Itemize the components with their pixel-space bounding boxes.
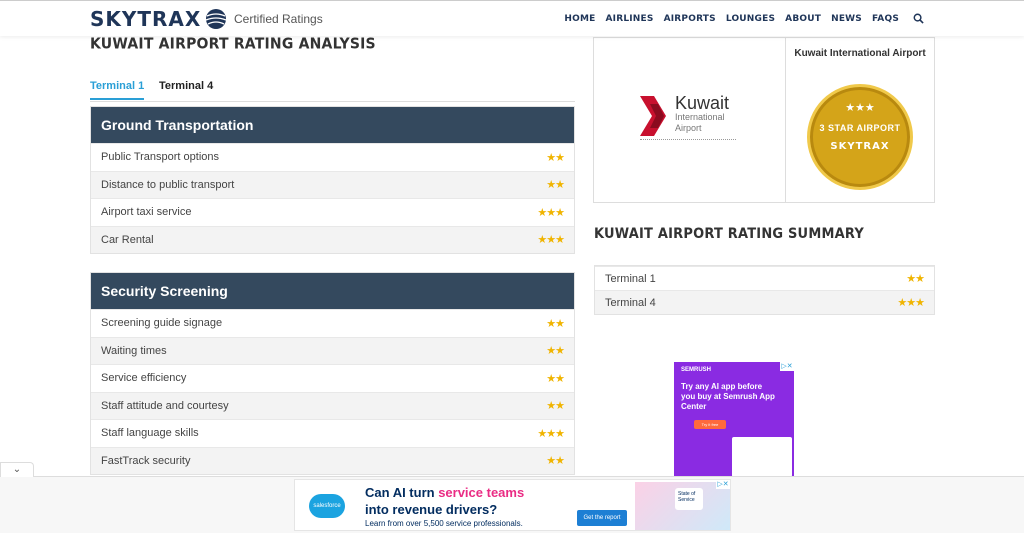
ad-art-card: State of Service — [675, 488, 703, 510]
summary-row: Terminal 1 ★★ — [595, 266, 934, 290]
rating-stars: ★★★ — [537, 206, 565, 219]
ad-cta-button[interactable]: Get the report — [577, 510, 627, 526]
rating-row: Public Transport options ★★ — [91, 143, 574, 171]
arabic-script-line — [640, 139, 736, 142]
rating-row: Staff attitude and courtesy ★★ — [91, 391, 574, 419]
summary-label: Terminal 1 — [605, 272, 656, 285]
semrush-ad[interactable]: SEMRUSH ▷✕ Try any AI app before you buy… — [674, 362, 794, 476]
badge-label: 3 STAR AIRPORT — [819, 123, 901, 133]
salesforce-logo: salesforce — [309, 494, 345, 518]
rating-label: Waiting times — [101, 344, 167, 357]
nav-about[interactable]: ABOUT — [785, 14, 821, 24]
summary-stars: ★★★ — [897, 297, 925, 309]
rating-badge-area: Kuwait International Airport ★★★ 3 STAR … — [786, 38, 934, 202]
rating-row: FastTrack security ★★ — [91, 446, 574, 474]
star-rating-badge: ★★★ 3 STAR AIRPORT SKYTRAX — [807, 84, 913, 190]
tab-terminal-4[interactable]: Terminal 4 — [159, 80, 213, 98]
rating-label: Car Rental — [101, 233, 154, 246]
rating-label: FastTrack security — [101, 454, 191, 467]
rating-label: Staff attitude and courtesy — [101, 399, 229, 412]
rating-label: Service efficiency — [101, 372, 187, 385]
skytrax-logo[interactable]: SKYTRAX — [90, 6, 228, 32]
airport-logo-sub2: Airport — [675, 123, 702, 133]
site-header: SKYTRAX Certified Ratings HOME AIRLINES … — [0, 0, 1024, 36]
airport-logo-subtitle: International Airport — [675, 112, 725, 134]
section-heading: Security Screening — [91, 273, 574, 309]
summary-row: Terminal 4 ★★★ — [595, 290, 934, 314]
ground-transportation-card: Ground Transportation Public Transport o… — [90, 106, 575, 254]
section-heading: Ground Transportation — [91, 107, 574, 143]
badge-title: Kuwait International Airport — [794, 48, 926, 59]
security-screening-card: Security Screening Screening guide signa… — [90, 272, 575, 475]
collapse-ad-button[interactable]: ⌄ — [0, 462, 34, 477]
rating-label: Screening guide signage — [101, 317, 223, 330]
page-title: KUWAIT AIRPORT RATING ANALYSIS — [90, 35, 376, 53]
rating-label: Distance to public transport — [101, 178, 235, 191]
kuwait-chevron-icon — [640, 96, 666, 136]
rating-row: Service efficiency ★★ — [91, 364, 574, 392]
terminal-tabs: Terminal 1 Terminal 4 — [90, 80, 575, 102]
nav-home[interactable]: HOME — [564, 14, 595, 24]
rating-label: Staff language skills — [101, 427, 199, 440]
rating-stars: ★★ — [546, 179, 565, 192]
nav-airlines[interactable]: AIRLINES — [605, 14, 653, 24]
nav-airports[interactable]: AIRPORTS — [664, 14, 716, 24]
rating-row: Screening guide signage ★★ — [91, 309, 574, 337]
ad-illustration: State of Service — [635, 482, 730, 530]
ad-screen-illustration — [732, 437, 792, 476]
rating-stars: ★★ — [546, 400, 565, 413]
rating-stars: ★★ — [546, 455, 565, 468]
rating-list: Public Transport options ★★ Distance to p… — [91, 143, 574, 253]
rating-row: Car Rental ★★★ — [91, 225, 574, 253]
rating-stars: ★★ — [546, 372, 565, 385]
tagline: Certified Ratings — [234, 12, 323, 26]
ad-brand: SEMRUSH — [681, 367, 712, 373]
ad-headline-part: Can AI turn — [365, 485, 439, 500]
ad-subtext: Learn from over 5,500 service profession… — [365, 519, 523, 528]
salesforce-ad[interactable]: salesforce Can AI turn service teams int… — [294, 479, 731, 531]
rating-stars: ★★ — [546, 317, 565, 330]
rating-label: Public Transport options — [101, 151, 220, 164]
globe-icon — [206, 9, 227, 29]
rating-label: Airport taxi service — [101, 206, 192, 219]
main-nav: HOME AIRLINES AIRPORTS LOUNGES ABOUT NEW… — [564, 13, 924, 24]
airport-logo-sub1: International — [675, 112, 725, 122]
kuwait-airport-logo: Kuwait International Airport — [594, 38, 786, 202]
airport-logo-name: Kuwait — [675, 93, 730, 113]
badge-stars: ★★★ — [845, 102, 875, 114]
nav-news[interactable]: NEWS — [831, 14, 862, 24]
rating-row: Distance to public transport ★★ — [91, 170, 574, 198]
rating-stars: ★★★ — [537, 234, 565, 247]
ad-headline-highlight: service teams — [438, 485, 525, 500]
rating-row: Staff language skills ★★★ — [91, 419, 574, 447]
ad-choices-icon[interactable]: ▷✕ — [780, 362, 794, 371]
ad-choices-icon[interactable]: ▷✕ — [716, 480, 730, 489]
nav-faqs[interactable]: FAQS — [872, 14, 899, 24]
rating-stars: ★★ — [546, 345, 565, 358]
rating-list: Screening guide signage ★★ Waiting times ★… — [91, 309, 574, 474]
search-icon[interactable] — [913, 13, 924, 24]
rating-stars: ★★★ — [537, 427, 565, 440]
rating-row: Airport taxi service ★★★ — [91, 198, 574, 226]
summary-label: Terminal 4 — [605, 296, 656, 309]
ad-text: Try any AI app before you buy at Semrush… — [681, 382, 775, 411]
nav-lounges[interactable]: LOUNGES — [726, 14, 775, 24]
rating-row: Waiting times ★★ — [91, 336, 574, 364]
summary-title: KUWAIT AIRPORT RATING SUMMARY — [594, 226, 864, 243]
summary-stars: ★★ — [906, 273, 925, 285]
rating-stars: ★★ — [546, 151, 565, 164]
ad-headline-1: Can AI turn service teams — [365, 485, 524, 500]
badge-brand: SKYTRAX — [830, 141, 890, 152]
tab-terminal-1[interactable]: Terminal 1 — [90, 80, 145, 100]
chevron-down-icon: ⌄ — [12, 464, 22, 475]
rating-summary: Terminal 1 ★★ Terminal 4 ★★★ — [594, 265, 935, 315]
ad-cta-button[interactable]: Try it free — [694, 420, 726, 429]
airport-logo-box: Kuwait International Airport Kuwait Inte… — [593, 37, 935, 203]
ad-headline-2: into revenue drivers? — [365, 502, 498, 517]
brand-name: SKYTRAX — [90, 7, 202, 31]
